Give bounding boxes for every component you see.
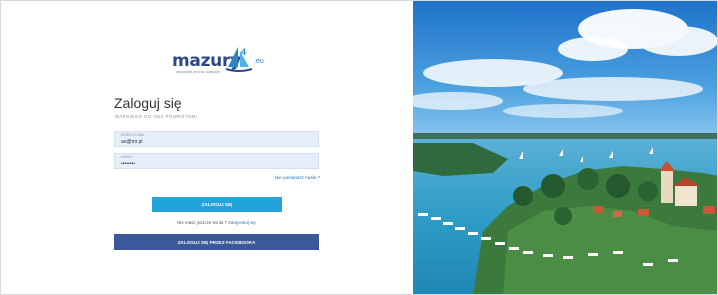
facebook-login-button[interactable]: ZALOGUJ SIĘ PRZEZ FACEBOOKA — [114, 234, 319, 250]
login-button[interactable]: ZALOGUJ SIĘ — [152, 197, 282, 212]
login-panel: mazury 4 .eu mazurskie jeziora i wakacje… — [1, 1, 413, 294]
logo-domain: .eu — [254, 58, 264, 65]
sailboat-icon: 4 — [225, 47, 253, 72]
email-label: ADRES E-MAIL — [121, 133, 145, 137]
password-input[interactable]: •••••••• — [121, 161, 311, 167]
register-row: Nie masz jeszcze konta ? Zarejestruj się — [114, 220, 319, 225]
register-prompt: Nie masz jeszcze konta ? — [177, 220, 227, 225]
register-link[interactable]: Zarejestruj się — [228, 220, 256, 225]
svg-text:4: 4 — [241, 47, 246, 57]
site-logo[interactable]: mazury 4 .eu mazurskie jeziora i wakacje — [172, 45, 282, 79]
password-field[interactable]: HASŁO •••••••• — [114, 153, 319, 169]
logo-tagline: mazurskie jeziora i wakacje — [176, 70, 220, 74]
forgot-password-link[interactable]: Nie pamiętasz hasła ? — [260, 175, 320, 180]
email-field[interactable]: ADRES E-MAIL — [114, 131, 319, 147]
lake-photo — [413, 1, 717, 294]
email-input[interactable] — [121, 139, 311, 145]
password-label: HASŁO — [121, 155, 133, 159]
page-subtitle: WAZNIEGO DO GĘZ POWRÓTEM! — [115, 114, 198, 119]
login-page: mazury 4 .eu mazurskie jeziora i wakacje… — [0, 0, 718, 295]
page-title: Zaloguj się — [114, 95, 182, 111]
lake-landscape-image — [413, 1, 717, 294]
